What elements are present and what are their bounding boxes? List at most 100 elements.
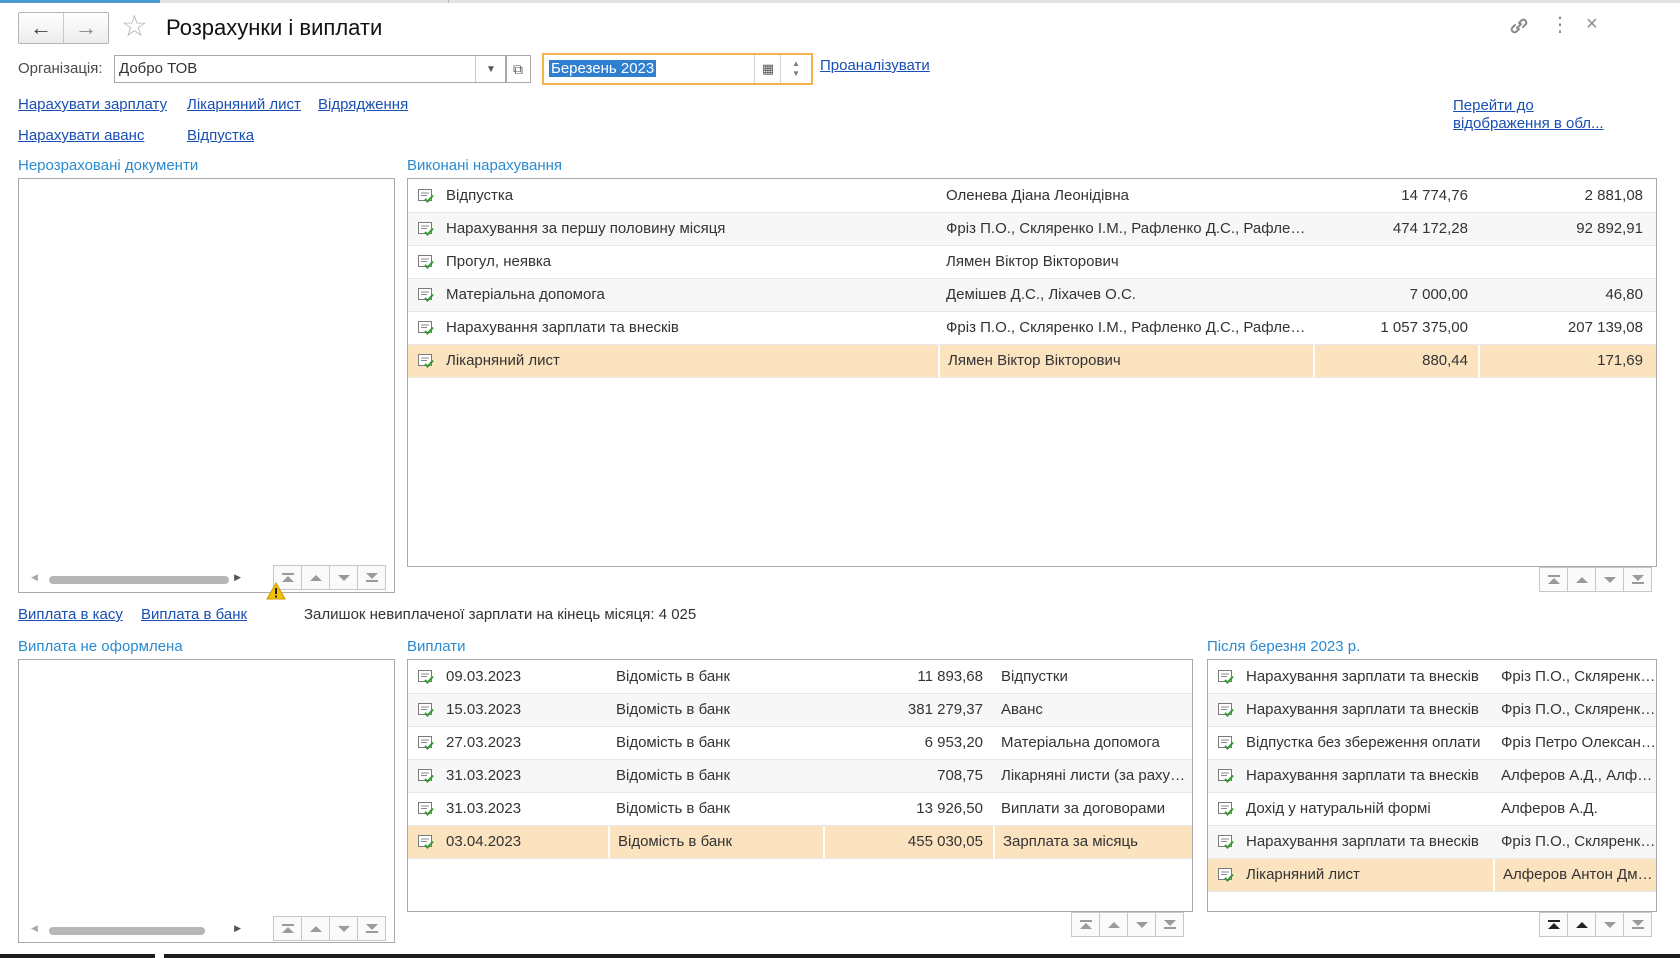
forward-button[interactable]: → xyxy=(63,13,108,43)
statement-kind-cell: Відомість в банк xyxy=(608,826,823,858)
calendar-icon[interactable]: ▦ xyxy=(754,55,781,83)
table-row[interactable]: Дохід у натуральній формі Алферов А.Д. xyxy=(1208,793,1656,826)
org-field[interactable]: Добро ТОВ ▼ xyxy=(114,55,507,83)
move-buttons xyxy=(273,916,386,941)
move-top-button[interactable] xyxy=(273,916,302,941)
unprocessed-docs-list[interactable]: ◀ ▶ xyxy=(18,178,395,593)
sick-leave-link[interactable]: Лікарняний лист xyxy=(187,96,301,113)
move-top-button[interactable] xyxy=(1539,912,1568,937)
move-bottom-button[interactable] xyxy=(357,916,386,941)
table-row[interactable]: 15.03.2023 Відомість в банк 381 279,37 Аван… xyxy=(408,694,1192,727)
payments-label: Виплати xyxy=(407,638,466,655)
posted-document-icon xyxy=(418,769,434,783)
move-bottom-button[interactable] xyxy=(1623,567,1652,592)
table-row[interactable]: Нарахування зарплати та внесків Фріз П.О.… xyxy=(408,312,1656,345)
business-trip-link[interactable]: Відрядження xyxy=(318,96,408,113)
accruals-table[interactable]: Відпустка Оленева Діана Леонідівна 14 774,… xyxy=(407,178,1657,567)
table-row[interactable]: Лікарняний лист Лямен Віктор Вікторович 88… xyxy=(408,345,1656,378)
after-period-table[interactable]: Нарахування зарплати та внесків Фріз П.О.… xyxy=(1207,659,1657,912)
table-row[interactable]: 31.03.2023 Відомість в банк 13 926,50 Випла… xyxy=(408,793,1192,826)
chevron-down-icon[interactable]: ▼ xyxy=(475,56,506,82)
org-value: Добро ТОВ xyxy=(119,60,198,77)
analyze-link[interactable]: Проаналізувати xyxy=(820,57,930,74)
move-top-button[interactable] xyxy=(1071,912,1100,937)
favorite-star-icon[interactable]: ☆ xyxy=(121,12,148,42)
table-row[interactable]: Лікарняний лист Алферов Антон Дмитрович xyxy=(1208,859,1656,892)
more-vertical-icon[interactable]: ⋮ xyxy=(1550,15,1570,35)
close-icon[interactable]: × xyxy=(1586,14,1598,34)
move-up-button[interactable] xyxy=(301,565,330,590)
top-tab-strip xyxy=(0,0,1680,3)
table-row[interactable]: 09.03.2023 Відомість в банк 11 893,68 Відпу… xyxy=(408,661,1192,694)
move-up-button[interactable] xyxy=(1099,912,1128,937)
table-row[interactable]: Прогул, неявка Лямен Віктор Вікторович xyxy=(408,246,1656,279)
arrow-right-icon: → xyxy=(75,15,97,40)
payment-not-issued-list[interactable]: ◀ ▶ xyxy=(18,659,395,943)
move-up-button[interactable] xyxy=(1567,567,1596,592)
period-field[interactable]: Березень 2023 ▦ ▲ ▼ xyxy=(542,53,813,85)
employees-cell: Алферов Антон Дмитрович xyxy=(1493,859,1656,891)
date-cell: 03.04.2023 xyxy=(446,833,522,850)
table-row[interactable]: 31.03.2023 Відомість в банк 708,75 Лікарнян… xyxy=(408,760,1192,793)
purpose-cell: Виплати за договорами xyxy=(1001,800,1166,817)
employees-cell: Фріз П.О., Скляренко І.М. xyxy=(1501,701,1656,718)
link-icon[interactable] xyxy=(1508,16,1530,40)
move-up-button[interactable] xyxy=(301,916,330,941)
statement-kind-cell: Відомість в банк xyxy=(616,701,731,718)
posted-document-icon xyxy=(418,321,434,335)
open-org-icon[interactable]: ⧉ xyxy=(505,55,531,83)
amount-cell: 1 057 375,00 xyxy=(1380,319,1468,336)
table-row[interactable]: Нарахування зарплати та внесків Фріз П.О.… xyxy=(1208,694,1656,727)
document-cell: Відпустка xyxy=(446,187,514,204)
move-bottom-button[interactable] xyxy=(1623,912,1652,937)
bank-payment-link[interactable]: Виплата в банк xyxy=(141,606,247,623)
goto-accounting-link-1[interactable]: Перейти до xyxy=(1453,97,1534,114)
payments-table[interactable]: 09.03.2023 Відомість в банк 11 893,68 Відпу… xyxy=(407,659,1193,912)
tax-cell xyxy=(1478,246,1653,278)
amount-cell: 11 893,68 xyxy=(917,668,983,685)
table-row[interactable]: Нарахування зарплати та внесків Алферов А… xyxy=(1208,760,1656,793)
table-row[interactable]: Матеріальна допомога Демішев Д.С., Ліхаче… xyxy=(408,279,1656,312)
table-row[interactable]: Нарахування зарплати та внесків Фріз П.О.… xyxy=(1208,661,1656,694)
tax-cell: 171,69 xyxy=(1478,345,1653,377)
document-cell: Нарахування зарплати та внесків xyxy=(1246,668,1479,685)
posted-document-icon xyxy=(1218,802,1234,816)
move-down-button[interactable] xyxy=(1595,912,1624,937)
table-row[interactable]: Відпустка без збереження оплати Фріз Петр… xyxy=(1208,727,1656,760)
horizontal-scrollbar[interactable]: ◀ ▶ xyxy=(31,572,241,586)
move-down-button[interactable] xyxy=(1595,567,1624,592)
table-row[interactable]: Нарахування за першу половину місяця Фріз… xyxy=(408,213,1656,246)
table-row[interactable]: 27.03.2023 Відомість в банк 6 953,20 Матері… xyxy=(408,727,1192,760)
move-down-button[interactable] xyxy=(1127,912,1156,937)
move-bottom-button[interactable] xyxy=(1155,912,1184,937)
posted-document-icon xyxy=(1218,703,1234,717)
goto-accounting-link-2[interactable]: відображення в обл... xyxy=(1453,115,1604,132)
table-row[interactable]: 03.04.2023 Відомість в банк 455 030,05 Зарп… xyxy=(408,826,1192,859)
statement-kind-cell: Відомість в банк xyxy=(616,767,731,784)
period-spinner[interactable]: ▲ ▼ xyxy=(780,55,811,83)
purpose-cell: Зарплата за місяць xyxy=(993,826,1192,858)
accruals-move-buttons xyxy=(1539,567,1652,592)
amount-cell: 455 030,05 xyxy=(823,826,993,858)
table-row[interactable]: Відпустка Оленева Діана Леонідівна 14 774,… xyxy=(408,180,1656,213)
org-label: Організація: xyxy=(18,60,103,77)
move-bottom-button[interactable] xyxy=(357,565,386,590)
amount-cell: 14 774,76 xyxy=(1401,187,1468,204)
amount-cell: 13 926,50 xyxy=(916,800,983,817)
purpose-cell: Аванс xyxy=(1001,701,1043,718)
table-row[interactable]: Нарахування зарплати та внесків Фріз П.О.… xyxy=(1208,826,1656,859)
back-button[interactable]: ← xyxy=(19,13,63,43)
tax-cell: 2 881,08 xyxy=(1584,187,1643,204)
posted-document-icon xyxy=(1218,736,1234,750)
tax-cell: 207 139,08 xyxy=(1567,319,1643,336)
horizontal-scrollbar[interactable]: ◀ ▶ xyxy=(31,923,241,937)
move-down-button[interactable] xyxy=(329,565,358,590)
move-down-button[interactable] xyxy=(329,916,358,941)
move-up-button[interactable] xyxy=(1567,912,1596,937)
cash-payment-link[interactable]: Виплата в касу xyxy=(18,606,123,623)
accrue-advance-link[interactable]: Нарахувати аванс xyxy=(18,127,144,144)
move-top-button[interactable] xyxy=(1539,567,1568,592)
accrue-salary-link[interactable]: Нарахувати зарплату xyxy=(18,96,167,113)
vacation-link[interactable]: Відпустка xyxy=(187,127,254,144)
date-cell: 31.03.2023 xyxy=(446,767,522,784)
